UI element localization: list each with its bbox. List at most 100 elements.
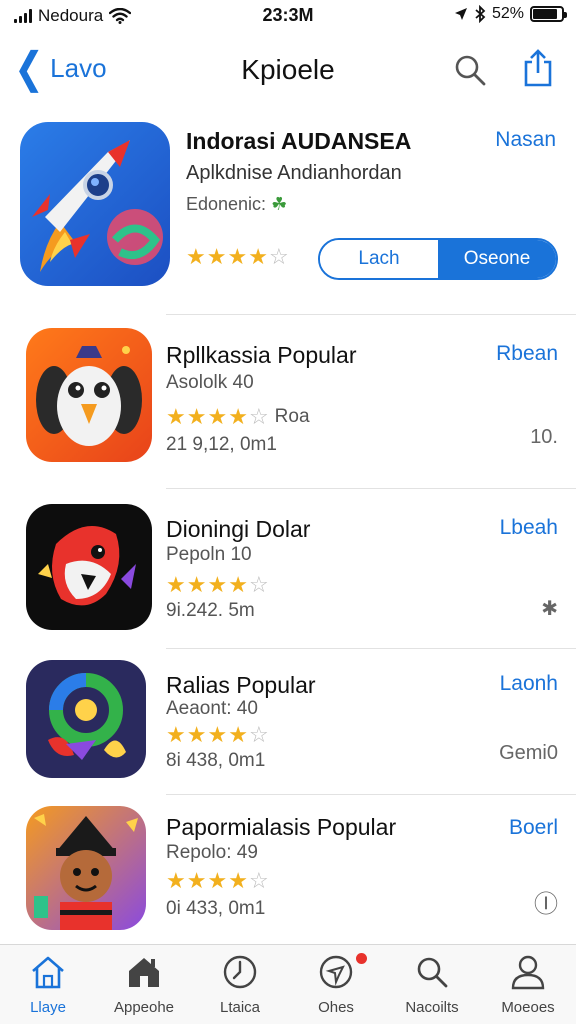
tab-label: Ohes <box>318 999 354 1016</box>
app-size: 0i 433, 0m1 <box>166 898 266 919</box>
rating-row: ★ ★ ★ ★ ☆ Roa <box>166 406 310 428</box>
featured-app-meta: Edonenic: ☘ <box>186 194 287 215</box>
rating-row: ★ ★ ★ ★ ☆ <box>166 724 269 746</box>
character-app-icon[interactable] <box>26 806 146 930</box>
star-filled-icon: ★ <box>186 244 206 269</box>
tab-label: Nacoilts <box>405 999 459 1016</box>
featured-app-title: Indorasi AUDANSEA <box>186 128 412 154</box>
tab-label: Moeoes <box>501 999 555 1016</box>
divider <box>166 488 576 489</box>
tab-label: Ltaica <box>219 999 261 1016</box>
star-filled-icon: ★ <box>166 572 186 597</box>
notification-badge <box>356 953 367 964</box>
rating-row: ★ ★ ★ ★ ☆ <box>166 870 269 892</box>
star-rating: ★ ★ ★ ★ ☆ <box>166 574 269 596</box>
search-icon[interactable] <box>452 52 488 88</box>
rating-label: Roa <box>274 406 310 427</box>
tab-profile[interactable]: Moeoes <box>480 945 576 1024</box>
app-subtitle: Aeaont: 40 <box>166 698 258 719</box>
tab-updates[interactable]: Ltaica <box>192 945 288 1024</box>
get-button[interactable]: Rbean <box>496 342 558 366</box>
star-filled-icon: ★ <box>166 722 186 747</box>
star-filled-icon: ★ <box>207 868 228 893</box>
app-subtitle: Asololk 40 <box>166 372 254 393</box>
get-button[interactable]: Laonh <box>500 672 558 696</box>
app-size: 9i.242. 5m <box>166 600 255 621</box>
star-filled-icon: ★ <box>186 572 207 597</box>
star-filled-icon: ★ <box>228 722 248 747</box>
list-item[interactable]: Rpllkassia Popular Asololk 40 ★ ★ ★ ★ ☆ Roa … <box>0 326 576 486</box>
list-item[interactable]: Dioningi Dolar Pepoln 10 ★ ★ ★ ★ ☆ 9i.242. 5… <box>0 500 576 650</box>
app-size: 8i 438, 0m1 <box>166 750 266 771</box>
get-button[interactable]: Lbeah <box>500 516 558 540</box>
app-title: Rpllkassia Popular <box>166 342 357 368</box>
bird-app-icon[interactable] <box>26 328 152 462</box>
featured-app-subtitle: Aplkdnise Andianhordan <box>186 162 402 184</box>
star-rating: ★ ★ ★ ★ ☆ <box>166 724 269 746</box>
featured-meta-label: Edonenic: <box>186 194 267 214</box>
tab-home[interactable]: Llaye <box>0 945 96 1024</box>
star-filled-icon: ★ <box>166 868 186 893</box>
rocket-app-icon[interactable] <box>20 122 170 286</box>
tab-explore[interactable]: Ohes <box>288 945 384 1024</box>
featured-get-button[interactable]: Nasan <box>495 128 556 152</box>
star-empty-icon: ☆ <box>248 572 269 597</box>
star-rating: ★ ★ ★ ★ ☆ <box>166 870 269 892</box>
tab-search[interactable]: Nacoilts <box>384 945 480 1024</box>
status-bar: Nedoura 23:3M 52% <box>0 0 576 32</box>
star-filled-icon: ★ <box>186 722 207 747</box>
star-filled-icon: ★ <box>186 404 207 429</box>
row-extra-label: Gemi0 <box>499 742 558 764</box>
star-filled-icon: ★ <box>207 722 228 747</box>
star-filled-icon: ★ <box>207 404 228 429</box>
ring-app-icon[interactable] <box>26 660 146 778</box>
get-button[interactable]: Boerl <box>509 816 558 840</box>
star-empty-icon: ☆ <box>248 868 269 893</box>
star-filled-icon: ★ <box>206 244 227 269</box>
star-filled-icon: ★ <box>228 572 248 597</box>
star-filled-icon: ★ <box>228 404 248 429</box>
featured-app-card[interactable]: Indorasi AUDANSEA Aplkdnise Andianhordan… <box>0 118 576 308</box>
search-icon <box>417 957 448 988</box>
star-empty-icon: ☆ <box>248 722 269 747</box>
bluetooth-icon <box>475 5 486 23</box>
battery-icon <box>530 6 567 22</box>
tab-label: Llaye <box>30 999 66 1016</box>
star-filled-icon: ★ <box>207 572 228 597</box>
compass-icon <box>319 955 353 989</box>
list-item[interactable]: Papormialasis Popular Repolo: 49 ★ ★ ★ ★ ☆ 0… <box>0 804 576 940</box>
tab-bar: Llaye Appeohe Ltaica Ohes Nacoilts Moeoe… <box>0 944 576 1024</box>
divider <box>166 794 576 795</box>
parrot-app-icon[interactable] <box>26 504 152 630</box>
app-subtitle: Repolo: 49 <box>166 842 258 863</box>
segment-right-button[interactable]: Oseone <box>438 240 556 278</box>
app-title: Ralias Popular <box>166 672 316 698</box>
leaf-icon: ☘ <box>271 194 288 214</box>
star-filled-icon: ★ <box>166 404 186 429</box>
clock-icon <box>223 955 257 989</box>
info-icon[interactable]: Ⓘ <box>534 884 558 919</box>
app-title: Papormialasis Popular <box>166 814 397 840</box>
house-icon <box>129 958 159 987</box>
star-filled-icon: ★ <box>248 244 268 269</box>
segment-left-button[interactable]: Lach <box>320 240 438 278</box>
tab-label: Appeohe <box>113 999 175 1016</box>
divider <box>166 648 576 649</box>
list-item[interactable]: Ralias Popular Aeaont: 40 ★ ★ ★ ★ ☆ 8i 438, … <box>0 656 576 792</box>
star-filled-icon: ★ <box>186 868 207 893</box>
row-extra-label: ✱ <box>541 598 558 620</box>
segmented-control: Lach Oseone <box>318 238 558 280</box>
row-extra-label: 10. <box>530 426 558 448</box>
star-filled-icon: ★ <box>227 244 248 269</box>
app-subtitle: Pepoln 10 <box>166 544 252 565</box>
location-arrow-icon <box>454 8 467 20</box>
battery-percent: 52% <box>491 5 524 22</box>
star-filled-icon: ★ <box>228 868 248 893</box>
share-icon[interactable] <box>520 48 556 88</box>
star-rating: ★ ★ ★ ★ ☆ <box>186 246 289 268</box>
app-title: Dioningi Dolar <box>166 516 311 542</box>
divider <box>166 314 576 315</box>
tab-apps[interactable]: Appeohe <box>96 945 192 1024</box>
page-title: Kpioele <box>241 54 335 85</box>
star-empty-icon: ☆ <box>268 244 289 269</box>
